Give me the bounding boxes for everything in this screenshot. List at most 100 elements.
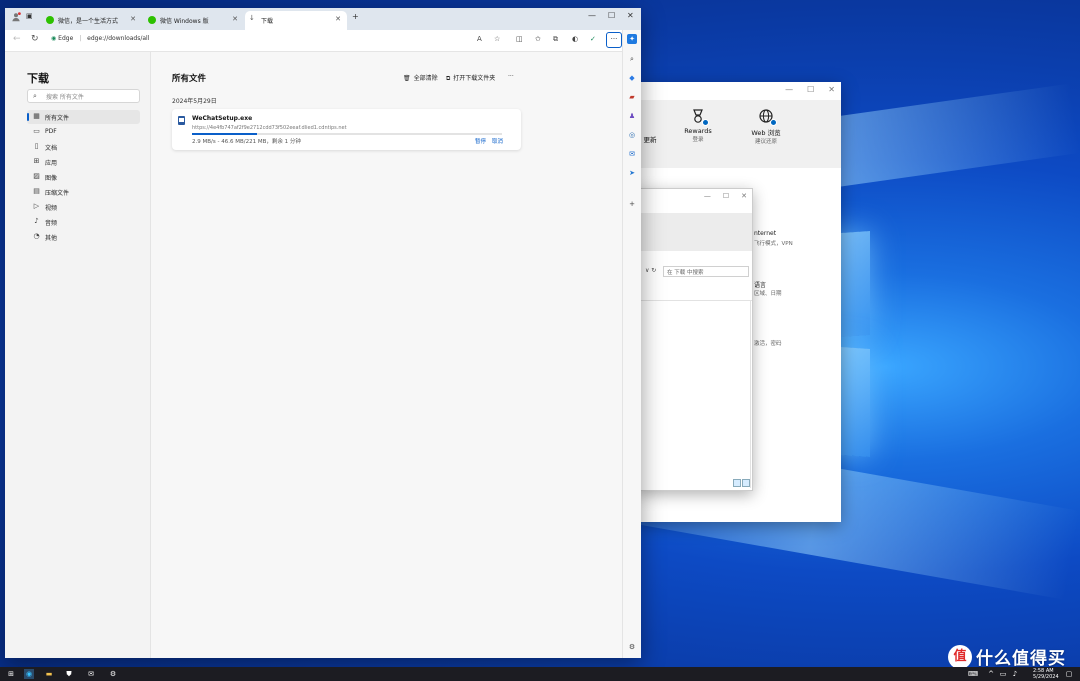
tab-wechat-windows[interactable]: 微信 Windows 版 ✕ <box>144 11 244 30</box>
edge-window[interactable]: ▣ 微信，是一个生活方式 ✕ 微信 Windows 版 ✕ ↓ 下载 ✕ + —… <box>5 8 641 658</box>
close-button[interactable]: ✕ <box>828 85 835 94</box>
mail-taskbar-icon[interactable]: ✉ <box>86 669 96 679</box>
wechat-favicon <box>46 16 54 24</box>
thumbnail-view-icon[interactable] <box>742 479 750 487</box>
details-view-icon[interactable] <box>733 479 741 487</box>
settings-item-rewards[interactable]: Rewards 登录 <box>676 108 720 143</box>
extension-icon[interactable]: ✓ <box>590 35 596 43</box>
divider <box>750 300 751 488</box>
settings-category-network[interactable]: nternet <box>754 230 776 237</box>
close-tab-icon[interactable]: ✕ <box>130 15 136 23</box>
maximize-button[interactable]: ☐ <box>723 192 729 200</box>
shopping-icon[interactable]: ◆ <box>627 73 637 83</box>
settings-item-title: Web 浏览 <box>751 129 781 137</box>
settings-item-web-browsing[interactable]: Web 浏览 建议还原 <box>744 108 788 145</box>
favorite-star-icon[interactable]: ☆ <box>494 35 500 43</box>
nav-item-audio[interactable]: ♪ 音频 <box>27 215 140 229</box>
microsoft-365-icon[interactable]: ◎ <box>627 130 637 140</box>
new-tab-button[interactable]: + <box>352 12 359 21</box>
outlook-icon[interactable]: ✉ <box>627 149 637 159</box>
tab-downloads[interactable]: ↓ 下载 ✕ <box>245 11 347 30</box>
drop-icon[interactable]: ➤ <box>627 168 637 178</box>
search-input[interactable]: 在 下载 中搜索 <box>663 266 749 277</box>
collections-icon[interactable]: ⧉ <box>553 35 558 44</box>
search-input[interactable]: ⌕ 搜索 所有文件 <box>27 89 140 103</box>
clock[interactable]: 2:58 AM 5/29/2024 <box>1033 668 1059 680</box>
nav-item-video[interactable]: ▷ 视频 <box>27 200 140 214</box>
settings-category-language[interactable]: 语言 <box>754 280 766 289</box>
sidebar-settings-icon[interactable]: ⚙ <box>627 642 637 652</box>
back-button[interactable]: ← <box>13 34 21 44</box>
tab-wechat-home[interactable]: 微信，是一个生活方式 ✕ <box>42 11 142 30</box>
read-aloud-icon[interactable]: A <box>477 35 482 43</box>
cancel-button[interactable]: 取消 <box>492 137 503 145</box>
clear-all-button[interactable]: 🗑 全部清除 <box>403 73 438 82</box>
minimize-button[interactable]: — <box>704 192 711 200</box>
nav-item-label: 所有文件 <box>45 115 70 122</box>
pause-button[interactable]: 暂停 <box>475 137 486 145</box>
download-item[interactable]: WeChatSetup.exe https://4e4fb747af2f9e27… <box>172 109 521 150</box>
settings-category-language-desc: 区域、日期 <box>754 291 782 297</box>
settings-category-network-desc: 飞行模式，VPN <box>754 241 793 247</box>
add-sidebar-app-button[interactable]: + <box>627 199 637 209</box>
settings-item-update[interactable]: 更新 <box>638 134 662 144</box>
tab-actions-icon[interactable]: ▣ <box>26 12 33 20</box>
copilot-icon[interactable]: ✦ <box>627 34 637 44</box>
view-toggle[interactable] <box>733 479 750 487</box>
volume-icon[interactable]: ♪ <box>1010 669 1020 679</box>
tools-icon[interactable]: ▰ <box>627 92 637 102</box>
settings-taskbar-icon[interactable]: ⚙ <box>108 669 118 679</box>
games-icon[interactable]: ♟ <box>627 111 637 121</box>
tray-chevron-icon[interactable]: ^ <box>986 669 996 679</box>
maximize-button[interactable]: ☐ <box>807 85 814 94</box>
nav-item-label: 其他 <box>45 235 58 242</box>
nav-item-compressed[interactable]: ▤ 压缩文件 <box>27 185 140 199</box>
nav-item-apps[interactable]: ⊞ 应用 <box>27 155 140 169</box>
nav-item-documents[interactable]: ▯ 文档 <box>27 140 140 154</box>
more-options-button[interactable]: ··· <box>508 73 514 80</box>
open-downloads-folder-button[interactable]: ⧉ 打开下载文件夹 <box>446 73 495 83</box>
favorites-icon[interactable]: ✩ <box>535 35 541 43</box>
file-explorer-window[interactable]: — ☐ ✕ ∨ ↻ 在 下载 中搜索 <box>636 188 753 491</box>
start-button[interactable]: ⊞ <box>6 669 16 679</box>
close-tab-icon[interactable]: ✕ <box>232 15 238 23</box>
minimize-button[interactable]: — <box>785 85 793 94</box>
rewards-icon <box>690 108 709 126</box>
profile-icon[interactable] <box>11 12 21 24</box>
downloads-nav-pane: 下载 ⌕ 搜索 所有文件 ▦ 所有文件 ▭ PDF ▯ 文档 ⊞ 应用 ▨ 图像… <box>5 52 151 658</box>
download-filename[interactable]: WeChatSetup.exe <box>192 115 252 122</box>
maximize-button[interactable]: ☐ <box>608 11 615 20</box>
nav-item-pdf[interactable]: ▭ PDF <box>27 125 140 139</box>
keyboard-icon[interactable]: ⌨ <box>968 669 978 679</box>
open-folder-label: 打开下载文件夹 <box>453 75 496 82</box>
nav-item-all-files[interactable]: ▦ 所有文件 <box>27 110 140 124</box>
minimize-button[interactable]: — <box>588 11 596 20</box>
store-taskbar-icon[interactable]: ⛊ <box>64 669 74 679</box>
edge-taskbar-icon[interactable]: ◉ <box>24 669 34 679</box>
close-button[interactable]: ✕ <box>627 11 634 20</box>
close-tab-icon[interactable]: ✕ <box>335 15 341 23</box>
search-icon[interactable]: ⌕ <box>627 54 637 64</box>
download-progress-bar <box>192 133 502 135</box>
page-title: 下载 <box>27 72 49 85</box>
explorer-nav-buttons[interactable]: ∨ ↻ <box>645 267 656 274</box>
nav-item-images[interactable]: ▨ 图像 <box>27 170 140 184</box>
browser-essentials-icon[interactable]: ◐ <box>572 35 578 43</box>
tab-label: 微信 Windows 版 <box>160 18 209 25</box>
app-icon: ⊞ <box>33 157 40 165</box>
settings-and-more-button[interactable]: ··· <box>606 32 622 48</box>
nav-item-label: 音频 <box>45 220 58 227</box>
address-bar[interactable]: ◉ Edge | edge://downloads/all <box>51 35 149 42</box>
notification-icon[interactable]: ▢ <box>1064 669 1074 679</box>
nav-item-label: PDF <box>45 128 57 135</box>
file-explorer-taskbar-icon[interactable]: ▬ <box>44 669 54 679</box>
refresh-button[interactable]: ↻ <box>31 34 39 44</box>
settings-item-desc: 登录 <box>692 137 704 143</box>
nav-item-other[interactable]: ◔ 其他 <box>27 230 140 244</box>
edge-sidebar: ✦ ⌕ ◆ ▰ ♟ ◎ ✉ ➤ + ⚙ <box>622 30 641 658</box>
url-text[interactable]: edge://downloads/all <box>87 35 149 42</box>
close-button[interactable]: ✕ <box>741 192 747 200</box>
split-screen-icon[interactable]: ◫ <box>516 35 523 43</box>
globe-icon <box>758 108 777 126</box>
network-icon[interactable]: ▭ <box>998 669 1008 679</box>
